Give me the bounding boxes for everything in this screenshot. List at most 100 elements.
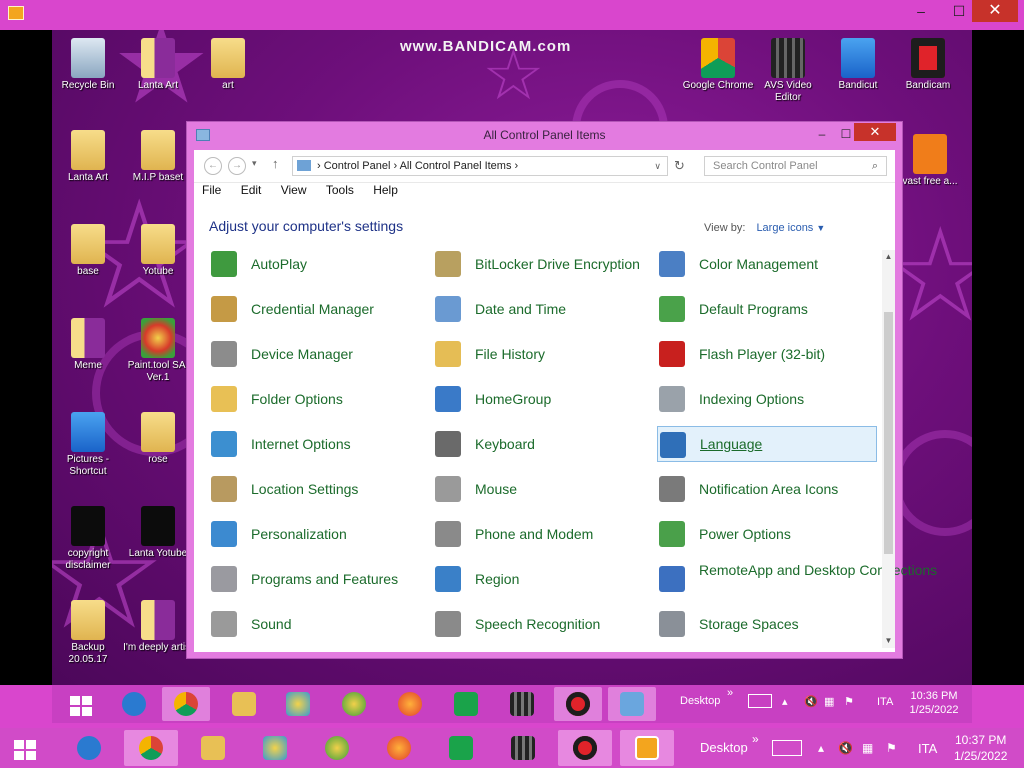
inner-taskbar-sai[interactable] bbox=[330, 687, 378, 721]
cp-item-power-options[interactable]: Power Options bbox=[657, 516, 877, 552]
desktop-icon-recycle-bin[interactable]: Recycle Bin bbox=[52, 38, 124, 92]
back-icon[interactable]: ← bbox=[204, 157, 222, 175]
inner-taskbar-store[interactable] bbox=[442, 687, 490, 721]
desktop-icon-paint-tool-sai[interactable]: Paint.tool SAI Ver.1 bbox=[122, 318, 194, 384]
desktop-icon-backup[interactable]: Backup 20.05.17 bbox=[52, 600, 124, 666]
cp-item-homegroup[interactable]: HomeGroup bbox=[433, 381, 653, 417]
taskbar-sai[interactable] bbox=[310, 730, 364, 766]
inner-language-indicator[interactable]: ITA bbox=[877, 696, 893, 708]
desktop-icon-base[interactable]: base bbox=[52, 224, 124, 278]
cp-item-keyboard[interactable]: Keyboard bbox=[433, 426, 653, 462]
inner-taskbar-bandicam[interactable] bbox=[554, 687, 602, 721]
vertical-scrollbar[interactable]: ▲ ▼ bbox=[882, 250, 895, 648]
action-center-icon[interactable]: ⚑ bbox=[886, 741, 897, 755]
language-indicator[interactable]: ITA bbox=[918, 741, 937, 756]
cp-item-file-history[interactable]: File History bbox=[433, 336, 653, 372]
taskbar-chrome[interactable] bbox=[124, 730, 178, 766]
maximize-icon[interactable]: ☐ bbox=[944, 0, 974, 22]
tray-arrow-icon[interactable]: ▴ bbox=[818, 741, 824, 755]
close-icon[interactable]: ✕ bbox=[854, 123, 896, 141]
tray-arrow-icon[interactable]: ▴ bbox=[782, 695, 788, 708]
taskbar-ie[interactable] bbox=[62, 730, 116, 766]
cp-item-region[interactable]: Region bbox=[433, 561, 653, 597]
desktop-icon-lanta-yotube[interactable]: Lanta Yotube bbox=[122, 506, 194, 560]
desktop-icon-bandicam[interactable]: Bandicam bbox=[892, 38, 964, 92]
network-icon[interactable]: ▦ bbox=[862, 741, 873, 755]
start-button[interactable] bbox=[0, 730, 54, 766]
cp-item-storage-spaces[interactable]: Storage Spaces bbox=[657, 606, 877, 642]
cp-item-default-programs[interactable]: Default Programs bbox=[657, 291, 877, 327]
network-icon[interactable]: ▦ bbox=[824, 695, 834, 708]
desktop-icon-mip-baset[interactable]: M.I.P baset bbox=[122, 130, 194, 184]
vm-titlebar[interactable]: – ☐ ✕ bbox=[0, 0, 1024, 26]
desktop-icon-lanta-art[interactable]: Lanta Art bbox=[122, 38, 194, 92]
address-input[interactable]: › Control Panel › All Control Panel Item… bbox=[292, 156, 668, 176]
cp-item-sound[interactable]: Sound bbox=[209, 606, 429, 642]
desktop-icon-yotube[interactable]: Yotube bbox=[122, 224, 194, 278]
menu-tools[interactable]: Tools bbox=[326, 183, 354, 197]
toolbar-chevron-icon[interactable]: » bbox=[752, 732, 759, 746]
scroll-down-icon[interactable]: ▼ bbox=[882, 634, 895, 648]
desktop-icon-google-chrome[interactable]: Google Chrome bbox=[682, 38, 754, 92]
menu-edit[interactable]: Edit bbox=[241, 183, 262, 197]
minimize-icon[interactable]: – bbox=[906, 0, 936, 22]
toolbar-chevron-icon[interactable]: » bbox=[727, 687, 733, 699]
cp-item-speech-recognition[interactable]: Speech Recognition bbox=[433, 606, 653, 642]
desktop-icon-copyright-disclaimer[interactable]: copyright disclaimer bbox=[52, 506, 124, 572]
cp-item-folder-options[interactable]: Folder Options bbox=[209, 381, 429, 417]
cp-item-personalization[interactable]: Personalization bbox=[209, 516, 429, 552]
close-icon[interactable]: ✕ bbox=[972, 0, 1018, 22]
inner-taskbar-ie[interactable] bbox=[110, 687, 158, 721]
cp-item-device-manager[interactable]: Device Manager bbox=[209, 336, 429, 372]
search-input[interactable]: Search Control Panel ⌕ bbox=[704, 156, 887, 176]
desktop-icon-meme[interactable]: Meme bbox=[52, 318, 124, 372]
cp-item-location-settings[interactable]: Location Settings bbox=[209, 471, 429, 507]
desktop-icon-deeply-artist[interactable]: I'm deeply artist bbox=[122, 600, 194, 654]
inner-taskbar-firefox[interactable] bbox=[386, 687, 434, 721]
breadcrumb-all-items[interactable]: All Control Panel Items bbox=[400, 160, 512, 172]
menu-help[interactable]: Help bbox=[373, 183, 398, 197]
window-titlebar[interactable]: All Control Panel Items – ☐ ✕ bbox=[187, 122, 902, 150]
cp-item-remoteapp-and-desktop-connections[interactable]: RemoteApp and Desktop Connections bbox=[657, 561, 937, 597]
cp-item-internet-options[interactable]: Internet Options bbox=[209, 426, 429, 462]
touch-keyboard-icon[interactable] bbox=[748, 694, 772, 708]
desktop-icon-art[interactable]: art bbox=[192, 38, 264, 92]
inner-start-button[interactable] bbox=[56, 687, 104, 721]
taskbar-firefox[interactable] bbox=[372, 730, 426, 766]
desktop-icon-avast[interactable]: vast free a... bbox=[894, 134, 966, 188]
inner-taskbar-chrome[interactable] bbox=[162, 687, 210, 721]
desktop-icon-rose[interactable]: rose bbox=[122, 412, 194, 466]
menu-file[interactable]: File bbox=[202, 183, 221, 197]
menu-view[interactable]: View bbox=[281, 183, 307, 197]
cp-item-credential-manager[interactable]: Credential Manager bbox=[209, 291, 429, 327]
cp-item-notification-area-icons[interactable]: Notification Area Icons bbox=[657, 471, 877, 507]
cp-item-language[interactable]: Language bbox=[657, 426, 877, 462]
scrollbar-thumb[interactable] bbox=[884, 312, 893, 554]
inner-taskbar-explorer[interactable] bbox=[220, 687, 268, 721]
up-arrow-icon[interactable]: ↑ bbox=[272, 156, 279, 171]
cp-item-programs-and-features[interactable]: Programs and Features bbox=[209, 561, 429, 597]
cp-item-color-management[interactable]: Color Management bbox=[657, 246, 877, 282]
recent-dropdown-icon[interactable]: ▾ bbox=[252, 158, 257, 169]
cp-item-autoplay[interactable]: AutoPlay bbox=[209, 246, 429, 282]
breadcrumb-control-panel[interactable]: Control Panel bbox=[324, 160, 391, 172]
cp-item-bitlocker-drive-encryption[interactable]: BitLocker Drive Encryption bbox=[433, 246, 653, 282]
desktop-icon-avs-video-editor[interactable]: AVS Video Editor bbox=[752, 38, 824, 104]
taskbar-store[interactable] bbox=[434, 730, 488, 766]
cp-item-indexing-options[interactable]: Indexing Options bbox=[657, 381, 877, 417]
forward-icon[interactable]: → bbox=[228, 157, 246, 175]
clock[interactable]: 10:37 PM 1/25/2022 bbox=[954, 732, 1007, 764]
desktop-icon-pictures-shortcut[interactable]: Pictures - Shortcut bbox=[52, 412, 124, 478]
action-center-icon[interactable]: ⚑ bbox=[844, 695, 854, 708]
touch-keyboard-icon[interactable] bbox=[772, 740, 802, 756]
volume-muted-icon[interactable]: 🔇 bbox=[804, 695, 818, 708]
inner-clock[interactable]: 10:36 PM 1/25/2022 bbox=[906, 689, 962, 717]
cp-item-date-and-time[interactable]: Date and Time bbox=[433, 291, 653, 327]
cp-item-flash-player-32-bit[interactable]: Flash Player (32-bit) bbox=[657, 336, 877, 372]
inner-taskbar-paint[interactable] bbox=[274, 687, 322, 721]
cp-item-phone-and-modem[interactable]: Phone and Modem bbox=[433, 516, 653, 552]
minimize-icon[interactable]: – bbox=[811, 126, 833, 142]
taskbar-paint[interactable] bbox=[248, 730, 302, 766]
refresh-icon[interactable]: ↻ bbox=[674, 158, 685, 174]
cp-item-mouse[interactable]: Mouse bbox=[433, 471, 653, 507]
